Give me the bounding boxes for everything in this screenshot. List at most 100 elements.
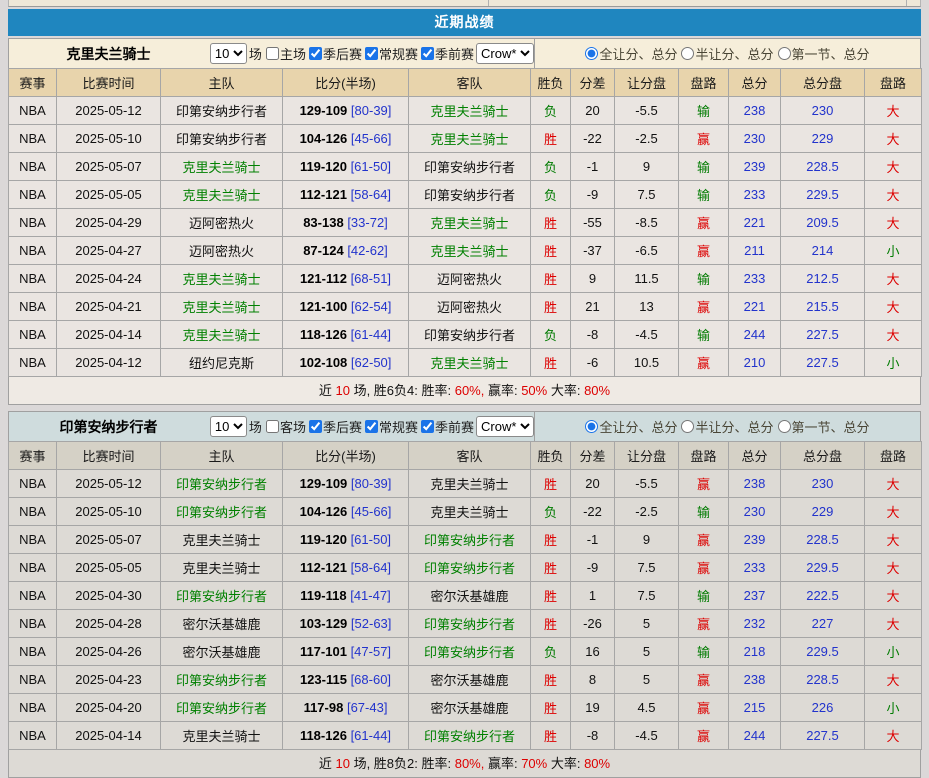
column-header: 主队 [161, 442, 283, 470]
full-handicap-total-radio[interactable] [585, 47, 598, 60]
point-diff-cell: 20 [571, 470, 615, 498]
result-cell: 胜 [531, 582, 571, 610]
game-row: NBA2025-04-28密尔沃基雄鹿103-129 [52-63]印第安纳步行… [9, 610, 922, 638]
radio-label-text: 全让分、总分 [599, 417, 677, 436]
total-line-cell: 222.5 [781, 582, 865, 610]
column-header: 胜负 [531, 442, 571, 470]
full-score: 118-126 [300, 728, 347, 743]
home-team-name: 印第安纳步行者 [176, 673, 267, 688]
total-points-cell: 221 [729, 209, 781, 237]
score-cell: 87-124 [42-62] [283, 237, 409, 265]
column-header: 总分盘 [781, 442, 865, 470]
radio-label-text: 全让分、总分 [599, 44, 677, 63]
total-line-cell: 227.5 [781, 321, 865, 349]
home-team-cell: 纽约尼克斯 [161, 349, 283, 377]
full-score: 87-124 [303, 243, 343, 258]
spread-cell: 4.5 [615, 694, 679, 722]
spread-result-cell: 赢 [679, 209, 729, 237]
full-score: 104-126 [300, 504, 348, 519]
score-cell: 83-138 [33-72] [283, 209, 409, 237]
filter-label-text: 常规赛 [379, 417, 418, 436]
home-team-cell: 印第安纳步行者 [161, 97, 283, 125]
home-team-name: 克里夫兰骑士 [182, 561, 260, 576]
preseason-checkbox[interactable] [421, 47, 434, 60]
away-team-cell: 迈阿密热火 [409, 265, 531, 293]
away-team-name: 印第安纳步行者 [424, 328, 515, 343]
games-count-select[interactable]: 10 [210, 43, 247, 64]
full-score: 112-121 [300, 560, 347, 575]
total-points-cell: 210 [729, 349, 781, 377]
away-team-name: 印第安纳步行者 [424, 160, 515, 175]
game-row: NBA2025-04-14克里夫兰骑士118-126 [61-44]印第安纳步行… [9, 722, 922, 750]
full-handicap-total-radio[interactable] [585, 420, 598, 433]
spread-cell: -8.5 [615, 209, 679, 237]
date-cell: 2025-05-12 [57, 470, 161, 498]
odds-company-select[interactable]: Crow* [476, 416, 534, 437]
point-diff-cell: -1 [571, 526, 615, 554]
first-quarter-total-radio[interactable] [778, 420, 791, 433]
column-header: 客队 [409, 69, 531, 97]
league-cell: NBA [9, 638, 57, 666]
away-team-cell: 印第安纳步行者 [409, 181, 531, 209]
half-handicap-total-radio[interactable] [681, 47, 694, 60]
result-cell: 胜 [531, 125, 571, 153]
spread-cell: -5.5 [615, 470, 679, 498]
team-name: 印第安纳步行者 [9, 417, 208, 437]
home-team-name: 克里夫兰骑士 [182, 300, 260, 315]
over-under-cell: 大 [865, 722, 922, 750]
column-header: 盘路 [865, 442, 922, 470]
over-under-cell: 大 [865, 293, 922, 321]
home-team-cell: 克里夫兰骑士 [161, 554, 283, 582]
spread-cell: 7.5 [615, 582, 679, 610]
header-row: 赛事比赛时间主队比分(半场)客队胜负分差让分盘盘路总分总分盘盘路 [9, 442, 922, 470]
half-score: [58-64] [351, 560, 391, 575]
home-team-name: 印第安纳步行者 [176, 477, 267, 492]
over-under-cell: 小 [865, 349, 922, 377]
result-cell: 胜 [531, 349, 571, 377]
page-title: 近期战绩 [8, 9, 921, 36]
spread-cell: 9 [615, 526, 679, 554]
preseason-checkbox[interactable] [421, 420, 434, 433]
column-header: 比分(半场) [283, 442, 409, 470]
total-points-cell: 238 [729, 470, 781, 498]
filter-label-text: 季后赛 [323, 44, 362, 63]
spread-result-cell: 赢 [679, 125, 729, 153]
playoffs-checkbox[interactable] [309, 420, 322, 433]
game-row: NBA2025-05-10印第安纳步行者104-126 [45-66]克里夫兰骑… [9, 498, 922, 526]
regular-season-checkbox[interactable] [365, 47, 378, 60]
venue-checkbox[interactable] [266, 47, 279, 60]
date-cell: 2025-05-07 [57, 526, 161, 554]
half-handicap-total-radio-label: 半让分、总分 [679, 44, 773, 63]
home-team-cell: 克里夫兰骑士 [161, 722, 283, 750]
playoffs-checkbox[interactable] [309, 47, 322, 60]
spread-cell: 7.5 [615, 554, 679, 582]
over-under-cell: 大 [865, 153, 922, 181]
away-team-name: 迈阿密热火 [437, 300, 502, 315]
spread-result-cell: 输 [679, 181, 729, 209]
over-under-cell: 大 [865, 209, 922, 237]
home-team-cell: 克里夫兰骑士 [161, 526, 283, 554]
period-radio-group: 全让分、总分半让分、总分第一节、总分 [534, 412, 920, 441]
odds-company-select[interactable]: Crow* [476, 43, 534, 64]
half-score: [33-72] [347, 215, 387, 230]
result-cell: 胜 [531, 610, 571, 638]
half-handicap-total-radio[interactable] [681, 420, 694, 433]
point-diff-cell: -6 [571, 349, 615, 377]
home-team-cell: 克里夫兰骑士 [161, 265, 283, 293]
home-team-name: 印第安纳步行者 [176, 132, 267, 147]
total-line-cell: 214 [781, 237, 865, 265]
spread-cell: 10.5 [615, 349, 679, 377]
games-count-select[interactable]: 10 [210, 416, 247, 437]
home-team-name: 克里夫兰骑士 [182, 533, 260, 548]
regular-season-checkbox[interactable] [365, 420, 378, 433]
first-quarter-total-radio[interactable] [778, 47, 791, 60]
point-diff-cell: -8 [571, 722, 615, 750]
league-cell: NBA [9, 97, 57, 125]
venue-checkbox[interactable] [266, 420, 279, 433]
half-score: [41-47] [350, 588, 390, 603]
half-score: [67-43] [347, 700, 387, 715]
summary-segment: 80%, [455, 756, 485, 771]
summary-segment: 近 [319, 756, 336, 771]
spread-result-cell: 赢 [679, 722, 729, 750]
total-points-cell: 238 [729, 666, 781, 694]
